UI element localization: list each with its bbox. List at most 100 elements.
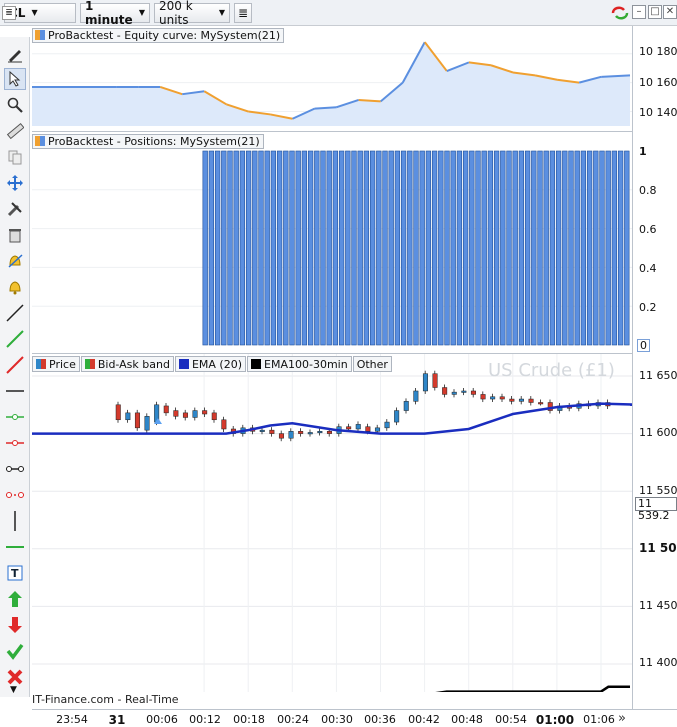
trash-icon[interactable] [4,224,26,246]
position-bar [456,150,463,346]
position-bar [599,150,605,346]
green-horizontal-line-icon[interactable] [4,406,26,428]
y-tick: 10 180 [639,45,677,58]
x-tick: 00:48 [451,713,483,726]
horizontal-line-icon[interactable] [4,380,26,402]
position-bar [227,150,233,346]
candle [432,373,438,388]
position-bar [524,150,531,346]
red-line-icon[interactable] [4,354,26,376]
ema20-line [32,402,632,435]
position-bar [233,150,239,346]
position-bar [252,150,258,346]
tools-icon[interactable] [4,198,26,220]
equity-panel-title[interactable]: ProBacktest - Equity curve: MySystem(21) [32,27,285,43]
alert-bell-icon[interactable] [4,276,26,298]
red-horizontal-line-icon[interactable] [4,432,26,454]
y-tick: 11 600 [639,426,677,439]
candle [221,419,227,430]
equity-swatch-icon [35,30,45,40]
candle [125,412,131,421]
y-tick: 0.6 [639,223,657,236]
alert-off-icon[interactable] [4,250,26,272]
drawing-toolbar: T ▼ [0,37,30,697]
pencil-icon[interactable] [4,43,26,65]
green-line-icon[interactable] [4,328,26,350]
red-segment-icon[interactable] [4,484,26,506]
restore-icon[interactable]: □ [648,5,662,19]
candle [422,373,428,392]
price-swatch-icon [36,359,46,369]
cursor-icon[interactable] [4,68,26,90]
x-tick: 00:54 [495,713,527,726]
candle [538,402,544,405]
legend-ema100[interactable]: EMA100-30min [247,356,352,372]
position-bar [382,150,388,346]
x-tick: 23:54 [56,713,88,726]
position-bar [326,150,332,346]
arrow-down-icon[interactable] [4,614,26,636]
x-tick: 01:00 [535,713,575,727]
candle [509,398,515,402]
chevron-down-icon: ▼ [218,8,225,17]
move-icon[interactable] [4,172,26,194]
position-bar [431,150,438,346]
segment-icon[interactable] [4,458,26,480]
position-bar [357,150,363,346]
settings-menu-button[interactable]: ≣ [234,2,252,23]
position-bar [425,150,432,346]
copy-icon[interactable] [4,146,26,168]
position-bar [580,150,587,346]
legend-bid-ask[interactable]: Bid-Ask band [80,356,174,372]
arrow-up-icon[interactable] [4,588,26,610]
price-y-axis: 11 650 11 600 11 550 11 500 11 450 11 40… [632,354,677,709]
timeframe-selector[interactable]: 1 minute ▼ [80,0,150,27]
position-bar [624,150,630,346]
y-tick: 1 [639,145,647,158]
scroll-down-icon[interactable]: ▼ [10,685,17,695]
panel-menu-icon[interactable]: ≣ [2,6,16,20]
zoom-icon[interactable] [4,94,26,116]
time-axis: 23:54 31 00:06 00:12 00:18 00:24 00:30 00:36 00:… [32,709,677,727]
position-bar [245,150,252,346]
text-tool-icon[interactable]: T [4,562,26,584]
legend-price[interactable]: Price [32,356,80,372]
checkmark-icon[interactable] [4,640,26,662]
line-tool-icon[interactable] [4,302,26,324]
positions-panel-title[interactable]: ProBacktest - Positions: MySystem(21) [32,133,264,149]
positions-y-axis: 1 0.8 0.6 0.4 0.2 0 [632,132,677,354]
candle [115,404,121,421]
chevron-down-icon: ▼ [31,8,38,17]
candle [442,387,448,395]
scroll-right-icon[interactable]: » [618,711,626,726]
legend-ema20[interactable]: EMA (20) [174,356,247,372]
minimize-icon[interactable]: – [632,5,646,19]
x-tick: 00:18 [233,713,265,726]
toolbar: CL ▼ 1 minute ▼ 200 k units ▼ ≣ [0,0,677,27]
candle [211,412,217,421]
position-bar [264,150,270,346]
position-bar [407,150,413,346]
positions-swatch-icon [35,136,45,146]
ruler-icon[interactable] [4,120,26,142]
close-icon[interactable]: ✕ [663,5,677,19]
y-tick: 0.8 [639,184,657,197]
position-bar [549,150,556,346]
green-level-icon[interactable] [4,536,26,558]
y-tick: 10 160 [639,76,677,89]
legend-other[interactable]: Other [352,356,392,372]
position-bar [239,150,246,346]
position-bar [605,150,611,346]
candle [269,429,275,434]
position-bar [208,150,215,346]
candle [288,431,294,439]
refresh-icon[interactable] [610,5,630,21]
position-bar [438,150,444,346]
position-bar [518,150,525,346]
vertical-line-icon[interactable] [4,510,26,532]
candle [134,412,140,429]
ema100-swatch-icon [251,359,262,369]
position-bar [611,150,618,346]
menu-icon: ≣ [237,5,249,20]
units-selector[interactable]: 200 k units ▼ [154,0,230,27]
